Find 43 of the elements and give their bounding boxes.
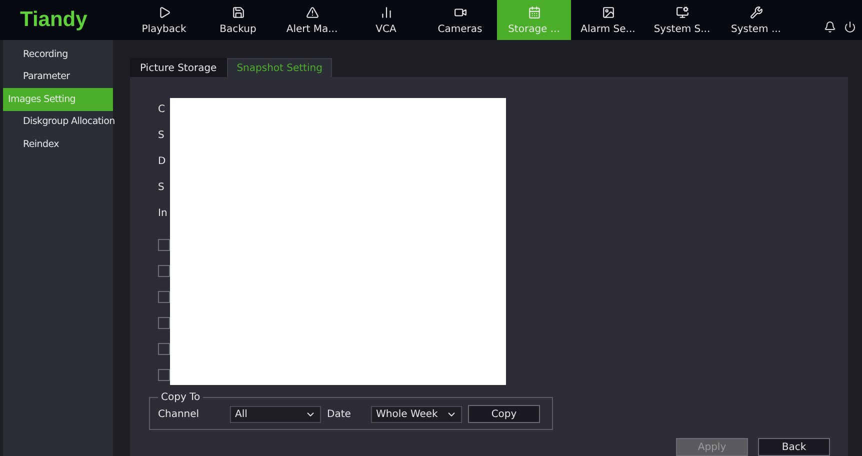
channel-select[interactable]: All (230, 406, 321, 422)
image-icon (602, 6, 614, 18)
bell-icon[interactable] (824, 21, 836, 33)
nav-tab[interactable]: Alarm Se... (571, 0, 645, 40)
nav-tab[interactable]: Playback (127, 0, 201, 40)
sidebar-item[interactable]: Recording (3, 43, 113, 66)
monitor-gear-icon (676, 6, 688, 18)
group-title: Copy To (160, 392, 202, 403)
checkbox[interactable] (158, 239, 170, 251)
checkbox[interactable] (158, 369, 170, 381)
nav-tab[interactable]: VCA (349, 0, 423, 40)
nav-tab[interactable]: System ... (719, 0, 793, 40)
warning-icon (306, 6, 318, 18)
checkbox[interactable] (158, 265, 170, 277)
tab[interactable]: Picture Storage (130, 58, 227, 77)
sidebar-item[interactable]: Reindex (3, 133, 113, 156)
nav-tab[interactable]: System S... (645, 0, 719, 40)
field-label: S (158, 180, 164, 194)
checkbox[interactable] (158, 317, 170, 329)
channel-label: Channel (158, 408, 200, 420)
date-select[interactable]: Whole Week (371, 406, 462, 422)
copy-button[interactable]: Copy (468, 405, 540, 423)
wrench-icon (750, 6, 762, 18)
logo: Tiandy (19, 7, 88, 33)
power-icon[interactable] (844, 21, 856, 33)
date-label: Date (327, 408, 352, 420)
nav-tab[interactable]: Backup (201, 0, 275, 40)
back-button[interactable]: Back (758, 438, 830, 456)
calendar-icon (528, 6, 540, 18)
sidebar-item[interactable]: Parameter (3, 66, 113, 88)
checkbox[interactable] (158, 291, 170, 303)
camera-icon (454, 6, 466, 18)
field-label: S (158, 128, 164, 142)
bar-chart-icon (380, 6, 392, 18)
field-label: D (158, 154, 166, 168)
field-label: C (158, 102, 165, 116)
tab[interactable]: Snapshot Setting (226, 58, 332, 77)
nav-tab[interactable]: Alert Ma... (275, 0, 349, 40)
field-label: In (158, 206, 168, 220)
checkbox[interactable] (158, 343, 170, 355)
play-icon (158, 6, 170, 18)
nav-tab[interactable]: Cameras (423, 0, 497, 40)
sidebar-item[interactable]: Diskgroup Allocation (3, 110, 113, 133)
